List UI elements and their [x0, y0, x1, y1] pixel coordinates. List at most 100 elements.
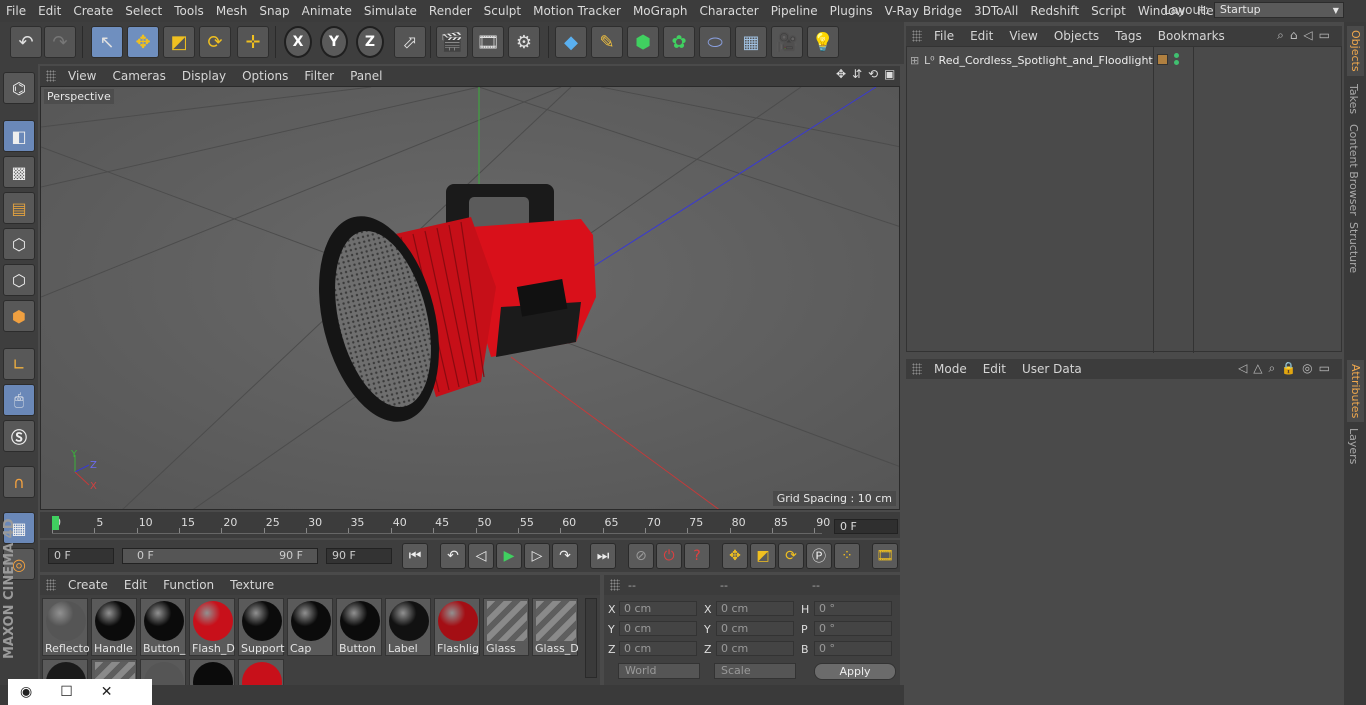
attributes-menu-edit[interactable]: Edit [975, 362, 1014, 376]
minimized-window-tab[interactable]: ◉ ☐ ✕ [8, 679, 152, 705]
material-swatch[interactable]: Glass_D [532, 598, 579, 656]
cube-primitive-icon[interactable]: ◆ [555, 26, 587, 58]
deformer-icon[interactable]: ⬭ [699, 26, 731, 58]
viewport-menu-filter[interactable]: Filter [296, 69, 342, 83]
pos-x-field[interactable]: 0 cm [619, 601, 697, 616]
key-rotation-icon[interactable]: ⟳ [778, 543, 804, 569]
editor-visibility-icon[interactable] [1174, 53, 1179, 58]
go-to-start-icon[interactable]: ⏮ [402, 543, 428, 569]
tab-layers[interactable]: Layers [1347, 428, 1360, 464]
menu-character[interactable]: Character [693, 4, 764, 18]
viewport-menu-options[interactable]: Options [234, 69, 296, 83]
dolly-view-icon[interactable]: ⇵ [852, 67, 862, 81]
menu-file[interactable]: File [0, 4, 32, 18]
menu-render[interactable]: Render [423, 4, 478, 18]
undo-icon[interactable]: ↶ [10, 26, 42, 58]
cloner-icon[interactable]: ✿ [663, 26, 695, 58]
model-mode-icon[interactable]: ◧ [3, 120, 35, 152]
tweak-mode-icon[interactable]: 🖱 [3, 384, 35, 416]
play-icon[interactable]: ▶ [496, 543, 522, 569]
camera-icon[interactable]: 🎥 [771, 26, 803, 58]
edges-mode-icon[interactable]: ⬡ [3, 264, 35, 296]
workplane-icon[interactable]: ▤ [3, 192, 35, 224]
menu-tools[interactable]: Tools [168, 4, 210, 18]
key-position-icon[interactable]: ✥ [722, 543, 748, 569]
apply-button[interactable]: Apply [814, 663, 896, 680]
keyframe-selection-icon[interactable]: ? [684, 543, 710, 569]
previous-keyframe-icon[interactable]: ↶ [440, 543, 466, 569]
coordinate-system-icon[interactable]: ⬀ [394, 26, 426, 58]
menu-create[interactable]: Create [67, 4, 119, 18]
objects-menu-objects[interactable]: Objects [1046, 29, 1107, 43]
record-keys-icon[interactable]: ⊘ [628, 543, 654, 569]
material-menu-function[interactable]: Function [155, 578, 222, 592]
attributes-menu-user-data[interactable]: User Data [1014, 362, 1090, 376]
panel-grip-icon[interactable] [610, 579, 620, 591]
menu-edit[interactable]: Edit [32, 4, 67, 18]
menu-3dtoall[interactable]: 3DToAll [968, 4, 1024, 18]
menu-mesh[interactable]: Mesh [210, 4, 254, 18]
material-swatch[interactable]: Flashlig [434, 598, 480, 656]
points-mode-icon[interactable]: ⬡ [3, 228, 35, 260]
object-list[interactable]: ⊞ L⁰ Red_Cordless_Spotlight_and_Floodlig… [906, 46, 1342, 353]
expand-icon[interactable]: ⊞ [910, 54, 920, 67]
frame-ruler[interactable]: 051015202530354045505560657075808590 [52, 516, 830, 534]
objects-menu-bookmarks[interactable]: Bookmarks [1150, 29, 1233, 43]
size-mode-dropdown[interactable]: Scale [714, 663, 796, 679]
z-axis-lock-button[interactable]: Z [356, 26, 384, 58]
make-editable-icon[interactable]: ⌬ [3, 72, 35, 104]
tab-content-browser[interactable]: Content Browser [1347, 124, 1360, 216]
perspective-viewport[interactable]: Y Z X Perspective Grid Spacing : 10 cm [40, 86, 900, 510]
render-picture-viewer-icon[interactable]: 🎞 [472, 26, 504, 58]
frame-range-slider[interactable]: 0 F 90 F [122, 548, 318, 564]
objects-menu-view[interactable]: View [1001, 29, 1045, 43]
render-visibility-icon[interactable] [1174, 60, 1179, 65]
tab-structure[interactable]: Structure [1347, 222, 1360, 273]
polygons-mode-icon[interactable]: ⬢ [3, 300, 35, 332]
go-to-end-icon[interactable]: ⏭ [590, 543, 616, 569]
tab-objects[interactable]: Objects [1347, 26, 1364, 76]
floor-icon[interactable]: ▦ [735, 26, 767, 58]
maximize-window-icon[interactable]: ☐ [60, 684, 73, 700]
material-swatch[interactable]: Support [238, 598, 284, 656]
objects-menu-tags[interactable]: Tags [1107, 29, 1150, 43]
tab-attributes[interactable]: Attributes [1347, 360, 1364, 423]
rot-h-field[interactable]: 0 ° [814, 601, 892, 616]
menu-plugins[interactable]: Plugins [824, 4, 879, 18]
material-swatch[interactable]: Label [385, 598, 431, 656]
end-frame-field[interactable]: 90 F [326, 548, 392, 564]
start-frame-field[interactable]: 0 F [48, 548, 114, 564]
previous-frame-icon[interactable]: ◁ [468, 543, 494, 569]
redo-icon[interactable]: ↷ [44, 26, 76, 58]
x-axis-lock-button[interactable]: X [284, 26, 312, 58]
material-swatch[interactable]: Glass [483, 598, 529, 656]
timeline-ruler[interactable]: 051015202530354045505560657075808590 0 F [40, 512, 900, 538]
menu-script[interactable]: Script [1085, 4, 1132, 18]
texture-mode-icon[interactable]: ▩ [3, 156, 35, 188]
pos-y-field[interactable]: 0 cm [619, 621, 697, 636]
panel-grip-icon[interactable] [912, 30, 922, 42]
viewport-menu-panel[interactable]: Panel [342, 69, 390, 83]
size-x-field[interactable]: 0 cm [716, 601, 794, 616]
y-axis-lock-button[interactable]: Y [320, 26, 348, 58]
material-swatch[interactable]: Handle [91, 598, 137, 656]
menu-redshift[interactable]: Redshift [1024, 4, 1085, 18]
pan-view-icon[interactable]: ✥ [836, 67, 846, 81]
tab-takes[interactable]: Takes [1347, 84, 1360, 114]
material-swatch[interactable]: Button [336, 598, 382, 656]
next-keyframe-icon[interactable]: ↷ [552, 543, 578, 569]
material-swatch[interactable]: Flash_D [189, 598, 235, 656]
material-swatch[interactable] [189, 659, 235, 685]
viewport-menu-cameras[interactable]: Cameras [104, 69, 173, 83]
transform-tool-icon[interactable]: ✛ [237, 26, 269, 58]
menu-motion-tracker[interactable]: Motion Tracker [527, 4, 627, 18]
material-swatch[interactable] [238, 659, 284, 685]
material-menu-edit[interactable]: Edit [116, 578, 155, 592]
light-icon[interactable]: 💡 [807, 26, 839, 58]
material-swatch[interactable]: Cap [287, 598, 333, 656]
rotate-tool-icon[interactable]: ⟳ [199, 26, 231, 58]
solo-mode-icon[interactable]: Ⓢ [3, 420, 35, 452]
rot-b-field[interactable]: 0 ° [814, 641, 892, 656]
key-parameter-icon[interactable]: Ⓟ [806, 543, 832, 569]
viewport-menu-view[interactable]: View [60, 69, 104, 83]
